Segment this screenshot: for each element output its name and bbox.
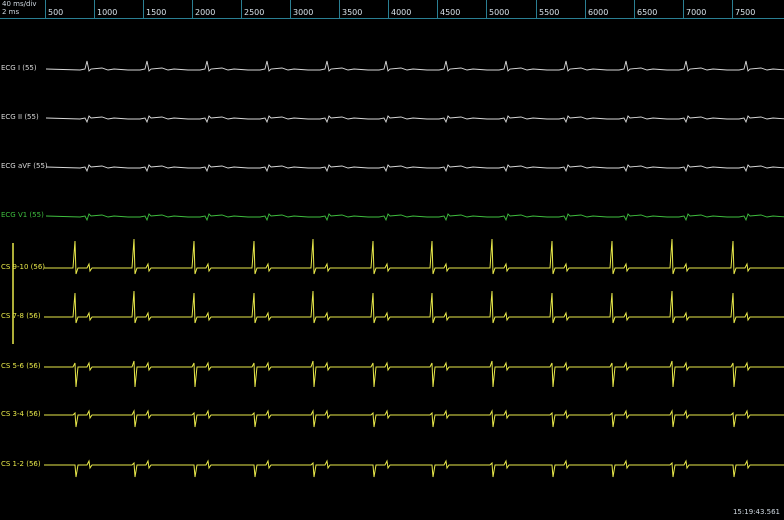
ruler-tick-label: 3500 — [342, 8, 363, 17]
ruler-tick — [241, 0, 242, 18]
ruler-tick — [339, 0, 340, 18]
ruler-tick-label: 6000 — [588, 8, 609, 17]
channel-trace — [45, 60, 784, 72]
channel-trace — [45, 115, 784, 124]
time-ruler: 40 ms/div 2 ms 500 1000 1500 2000 2500 3000 35… — [0, 0, 784, 19]
ruler-tick — [634, 0, 635, 18]
ruler-tick — [732, 0, 733, 18]
ruler-tick-label: 5000 — [489, 8, 510, 17]
ruler-tick-label: 5500 — [539, 8, 560, 17]
time-unit-label: 2 ms — [2, 8, 20, 16]
channel-trace — [44, 459, 784, 478]
channel-label: ECG aVF (55) — [1, 162, 48, 170]
ruler-tick-label: 500 — [48, 8, 64, 17]
ruler-tick — [45, 0, 46, 18]
ruler-tick-label: 1000 — [97, 8, 118, 17]
ruler-tick-label: 7500 — [735, 8, 756, 17]
channel-trace — [44, 360, 784, 388]
ruler-tick — [94, 0, 95, 18]
ruler-tick-label: 4000 — [391, 8, 412, 17]
ruler-tick — [192, 0, 193, 18]
ruler-tick-label: 7000 — [686, 8, 707, 17]
timestamp: 15:19:43.561 — [732, 508, 780, 516]
channel-label: CS 9-10 (56) — [1, 263, 46, 271]
channel-label: CS 3-4 (56) — [1, 410, 41, 418]
ruler-tick — [290, 0, 291, 18]
sweep-speed-label: 40 ms/div — [2, 0, 37, 8]
ruler-tick — [437, 0, 438, 18]
ruler-tick — [388, 0, 389, 18]
ruler-tick-label: 2000 — [195, 8, 216, 17]
channel-label: ECG I (55) — [1, 64, 37, 72]
ruler-tick-label: 3000 — [293, 8, 314, 17]
waveform-canvas — [12, 60, 784, 478]
channel-label: CS 5-6 (56) — [1, 362, 41, 370]
ruler-tick — [585, 0, 586, 18]
channel-label: CS 7-8 (56) — [1, 312, 41, 320]
ruler-tick-label: 4500 — [440, 8, 461, 17]
channel-trace — [44, 238, 784, 275]
channel-label: ECG II (55) — [1, 113, 39, 121]
ruler-tick — [683, 0, 684, 18]
trace-area: ECG I (55) ECG II (55) ECG aVF (55) ECG V1 … — [0, 19, 784, 499]
channel-trace — [45, 164, 784, 173]
channel-label: ECG V1 (55) — [1, 211, 44, 219]
ruler-tick-label: 6500 — [637, 8, 658, 17]
channel-label: CS 1-2 (56) — [1, 460, 41, 468]
ruler-tick — [143, 0, 144, 18]
channel-trace — [44, 409, 784, 428]
ruler-tick — [486, 0, 487, 18]
ruler-tick — [536, 0, 537, 18]
channel-trace — [44, 290, 784, 324]
channel-trace — [45, 213, 784, 222]
ruler-tick-label: 2500 — [244, 8, 265, 17]
ruler-tick-label: 1500 — [146, 8, 167, 17]
